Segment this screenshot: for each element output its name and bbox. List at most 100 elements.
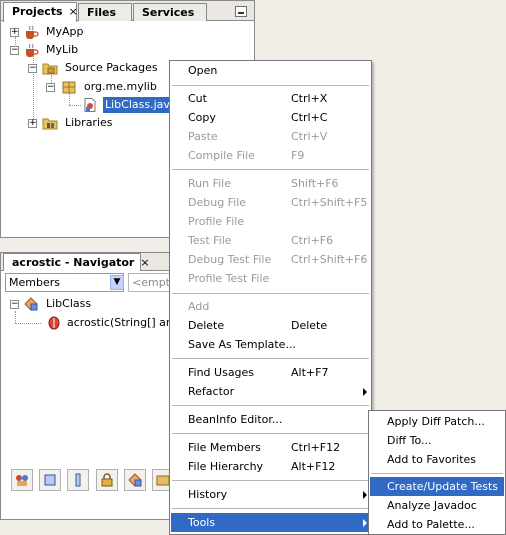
menu-item-label: History (188, 488, 228, 501)
menu-item-find-usages[interactable]: Find Usages Alt+F7 (171, 363, 370, 382)
menu-item-add: Add (171, 297, 370, 316)
submenu-arrow-icon (363, 519, 367, 527)
collapse-icon[interactable]: − (10, 46, 19, 55)
navigator-title: acrostic - Navigator (12, 256, 135, 269)
menu-item-label: Profile Test File (188, 272, 270, 285)
package-icon (61, 80, 77, 94)
tree-label: MyApp (46, 25, 84, 38)
method-icon (46, 316, 62, 330)
menu-separator (172, 85, 369, 86)
menu-item-compile-file: Compile File F9 (171, 146, 370, 165)
libraries-folder-icon (42, 116, 58, 130)
static-members-icon[interactable] (67, 469, 89, 491)
sort-icon[interactable] (124, 469, 146, 491)
chevron-down-icon[interactable]: ▼ (110, 275, 124, 290)
menu-item-label: Debug File (188, 196, 247, 209)
tree-label-selected: LibClass.java (103, 97, 169, 113)
menu-item-shortcut: Ctrl+Shift+F6 (291, 253, 368, 266)
menu-item-delete[interactable]: Delete Delete (171, 316, 370, 335)
menu-item-file-members[interactable]: File Members Ctrl+F12 (171, 438, 370, 457)
projects-tab-bar: Projects × Files Services (1, 1, 254, 22)
menu-item-label: Cut (188, 92, 207, 105)
menu-item-copy[interactable]: Copy Ctrl+C (171, 108, 370, 127)
tab-services[interactable]: Services (133, 3, 207, 21)
menu-item-beaninfo-editor[interactable]: BeanInfo Editor... (171, 410, 370, 429)
menu-separator (172, 169, 369, 170)
close-icon[interactable]: × (140, 256, 149, 269)
menu-item-label: File Hierarchy (188, 460, 264, 473)
source-folder-icon (42, 61, 58, 75)
tab-navigator[interactable]: acrostic - Navigator × (3, 253, 150, 271)
menu-item-diff-to[interactable]: Diff To... (370, 431, 504, 450)
menu-separator (172, 358, 369, 359)
menu-item-label: Paste (188, 130, 218, 143)
tab-files[interactable]: Files (78, 3, 132, 21)
menu-item-apply-diff-patch[interactable]: Apply Diff Patch... (370, 412, 504, 431)
expand-icon[interactable]: + (10, 28, 19, 37)
menu-item-debug-file: Debug File Ctrl+Shift+F5 (171, 193, 370, 212)
menu-item-create-update-tests[interactable]: Create/Update Tests (370, 477, 504, 496)
menu-item-debug-test-file: Debug Test File Ctrl+Shift+F6 (171, 250, 370, 269)
tree-label: MyLib (46, 43, 79, 56)
menu-item-label: File Members (188, 441, 261, 454)
collapse-icon[interactable]: − (28, 64, 37, 73)
menu-separator (172, 405, 369, 406)
menu-item-label: Debug Test File (188, 253, 272, 266)
menu-item-file-hierarchy[interactable]: File Hierarchy Alt+F12 (171, 457, 370, 476)
minimize-window-icon[interactable] (235, 6, 247, 17)
menu-item-label: Profile File (188, 215, 245, 228)
close-icon[interactable]: × (69, 5, 78, 18)
tab-projects-label: Projects (12, 5, 63, 18)
lock-icon[interactable] (96, 469, 118, 491)
menu-item-label: Compile File (188, 149, 255, 162)
fields-icon[interactable] (39, 469, 61, 491)
menu-item-label: Open (188, 64, 218, 77)
menu-item-label: Add to Favorites (387, 453, 477, 466)
tree-node-mylib[interactable]: − MyLib (1, 42, 251, 58)
menu-item-label: Tools (188, 516, 216, 529)
tab-services-label: Services (142, 6, 195, 19)
menu-item-label: BeanInfo Editor... (188, 413, 283, 426)
menu-item-refactor[interactable]: Refactor (171, 382, 370, 401)
tab-projects[interactable]: Projects × (3, 2, 78, 22)
members-combobox[interactable]: Members ▼ (5, 273, 124, 292)
menu-item-shortcut: Alt+F12 (291, 460, 336, 473)
menu-item-open[interactable]: Open (171, 61, 370, 80)
menu-item-label: Add (188, 300, 210, 313)
menu-separator (172, 508, 369, 509)
tree-node-myapp[interactable]: + MyApp (1, 24, 251, 40)
menu-item-add-to-favorites[interactable]: Add to Favorites (370, 450, 504, 469)
menu-item-save-as-template[interactable]: Save As Template... (171, 335, 370, 354)
menu-item-label: Copy (188, 111, 216, 124)
menu-item-paste: Paste Ctrl+V (171, 127, 370, 146)
java-project-icon (23, 43, 39, 57)
tab-files-label: Files (87, 6, 117, 19)
menu-separator (371, 473, 503, 474)
menu-item-label: Find Usages (188, 366, 255, 379)
java-file-icon (82, 98, 98, 112)
menu-separator (172, 433, 369, 434)
menu-item-history[interactable]: History (171, 485, 370, 504)
menu-separator (172, 293, 369, 294)
menu-item-tools[interactable]: Tools (171, 513, 370, 532)
menu-item-shortcut: F9 (291, 149, 305, 162)
menu-item-add-to-palette[interactable]: Add to Palette... (370, 515, 504, 534)
collapse-icon[interactable]: − (10, 300, 19, 309)
menu-item-cut[interactable]: Cut Ctrl+X (171, 89, 370, 108)
menu-item-label: Save As Template... (188, 338, 296, 351)
menu-item-shortcut: Ctrl+C (291, 111, 328, 124)
menu-item-profile-test-file: Profile Test File (171, 269, 370, 288)
menu-item-shortcut: Ctrl+F12 (291, 441, 341, 454)
inherited-members-icon[interactable] (11, 469, 33, 491)
menu-item-analyze-javadoc[interactable]: Analyze Javadoc (370, 496, 504, 515)
menu-item-run-file: Run File Shift+F6 (171, 174, 370, 193)
tree-label: LibClass (46, 297, 92, 310)
menu-item-shortcut: Shift+F6 (291, 177, 339, 190)
expand-icon[interactable]: + (28, 119, 37, 128)
menu-item-label: Apply Diff Patch... (387, 415, 485, 428)
tools-submenu: Apply Diff Patch... Diff To... Add to Fa… (368, 410, 506, 535)
submenu-arrow-icon (363, 491, 367, 499)
collapse-icon[interactable]: − (46, 83, 55, 92)
menu-separator (172, 480, 369, 481)
menu-item-label: Add to Palette... (387, 518, 475, 531)
